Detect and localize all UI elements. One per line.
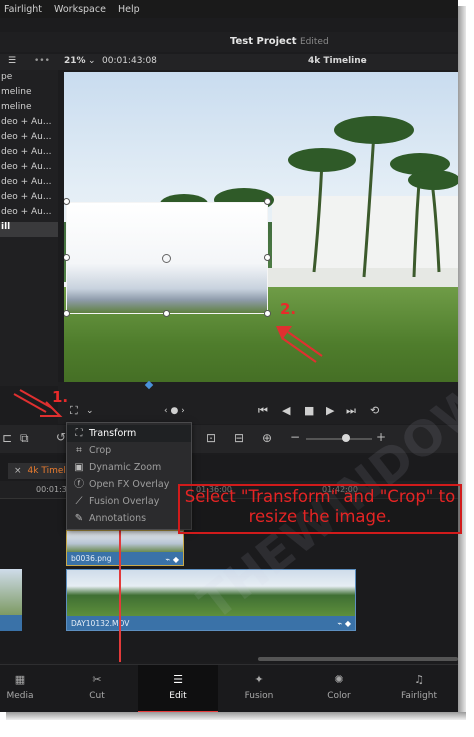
annotation-arrows: [13, 326, 323, 417]
step-2-label: 2.: [280, 300, 297, 318]
instruction-text: Select "Transform" and "Crop" to resize …: [184, 487, 456, 526]
step-1-label: 1.: [52, 388, 69, 406]
